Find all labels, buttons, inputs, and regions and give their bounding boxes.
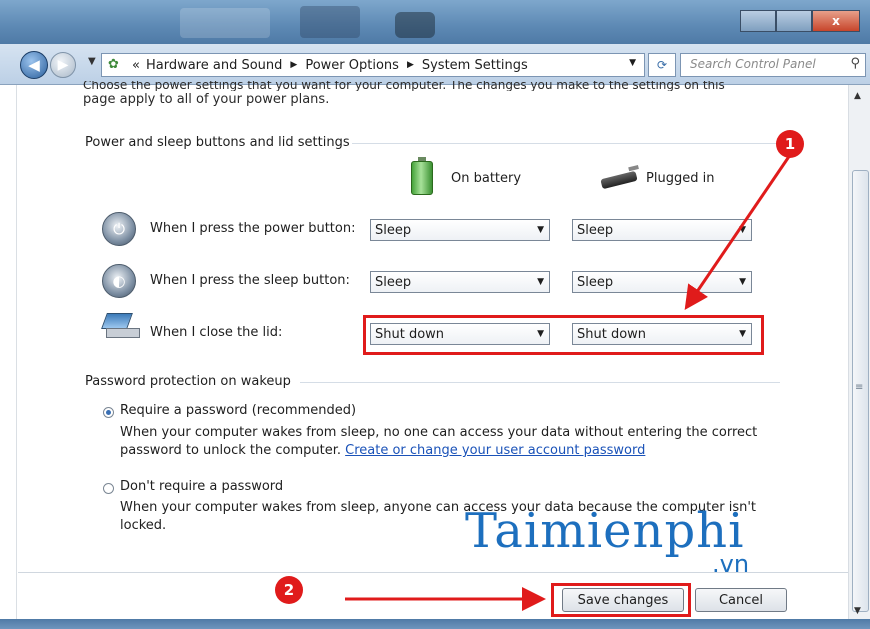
annotation-arrows (345, 154, 792, 611)
search-icon[interactable]: ⚲ (850, 56, 860, 71)
control-panel-icon: ✿ (108, 57, 119, 72)
breadcrumb-overflow[interactable]: « (132, 58, 140, 73)
window-titlebar: x (0, 0, 870, 44)
refresh-icon: ⟳ (656, 58, 668, 72)
breadcrumb-power-options[interactable]: Power Options (305, 58, 399, 73)
breadcrumb-system-settings[interactable]: System Settings (422, 58, 528, 73)
breadcrumb-hardware-and-sound[interactable]: Hardware and Sound (146, 58, 282, 73)
window-controls: x (740, 10, 860, 32)
annotation-arrow-1 (684, 154, 792, 310)
scroll-down-icon[interactable]: ▼ (854, 606, 861, 616)
breadcrumb-separator-icon[interactable]: ▶ (407, 60, 414, 70)
taskbar-blur (395, 12, 435, 38)
search-input[interactable]: Search Control Panel ⚲ (680, 53, 866, 77)
maximize-button[interactable] (776, 10, 812, 32)
refresh-button[interactable]: ⟳ (648, 53, 676, 77)
address-bar[interactable]: ✿ « Hardware and Sound ▶ Power Options ▶… (101, 53, 645, 77)
back-button[interactable]: ◀ (20, 51, 48, 79)
forward-button[interactable]: ▶ (50, 52, 76, 78)
close-button[interactable]: x (812, 10, 860, 32)
scroll-up-icon[interactable]: ▲ (854, 91, 861, 101)
taskbar-blur (180, 8, 270, 38)
content-pane: Choose the power settings that you want … (0, 81, 848, 629)
breadcrumb-separator-icon[interactable]: ▶ (290, 60, 297, 70)
left-frame (0, 85, 17, 629)
window-bottom-frame (0, 619, 870, 629)
scroll-grip-icon: ≡ (855, 382, 864, 393)
vertical-scrollbar[interactable]: ▲ ≡ ▼ (848, 85, 870, 629)
back-arrow-icon: ◀ (28, 56, 40, 74)
navigation-bar: ◀ ▶ ▼ ✿ « Hardware and Sound ▶ Power Opt… (0, 44, 870, 85)
taskbar-blur (300, 6, 360, 38)
search-placeholder: Search Control Panel (690, 57, 816, 71)
forward-arrow-icon: ▶ (57, 57, 69, 73)
recent-pages-dropdown-icon[interactable]: ▼ (88, 56, 96, 67)
minimize-button[interactable] (740, 10, 776, 32)
address-dropdown-icon[interactable]: ▼ (629, 58, 636, 68)
